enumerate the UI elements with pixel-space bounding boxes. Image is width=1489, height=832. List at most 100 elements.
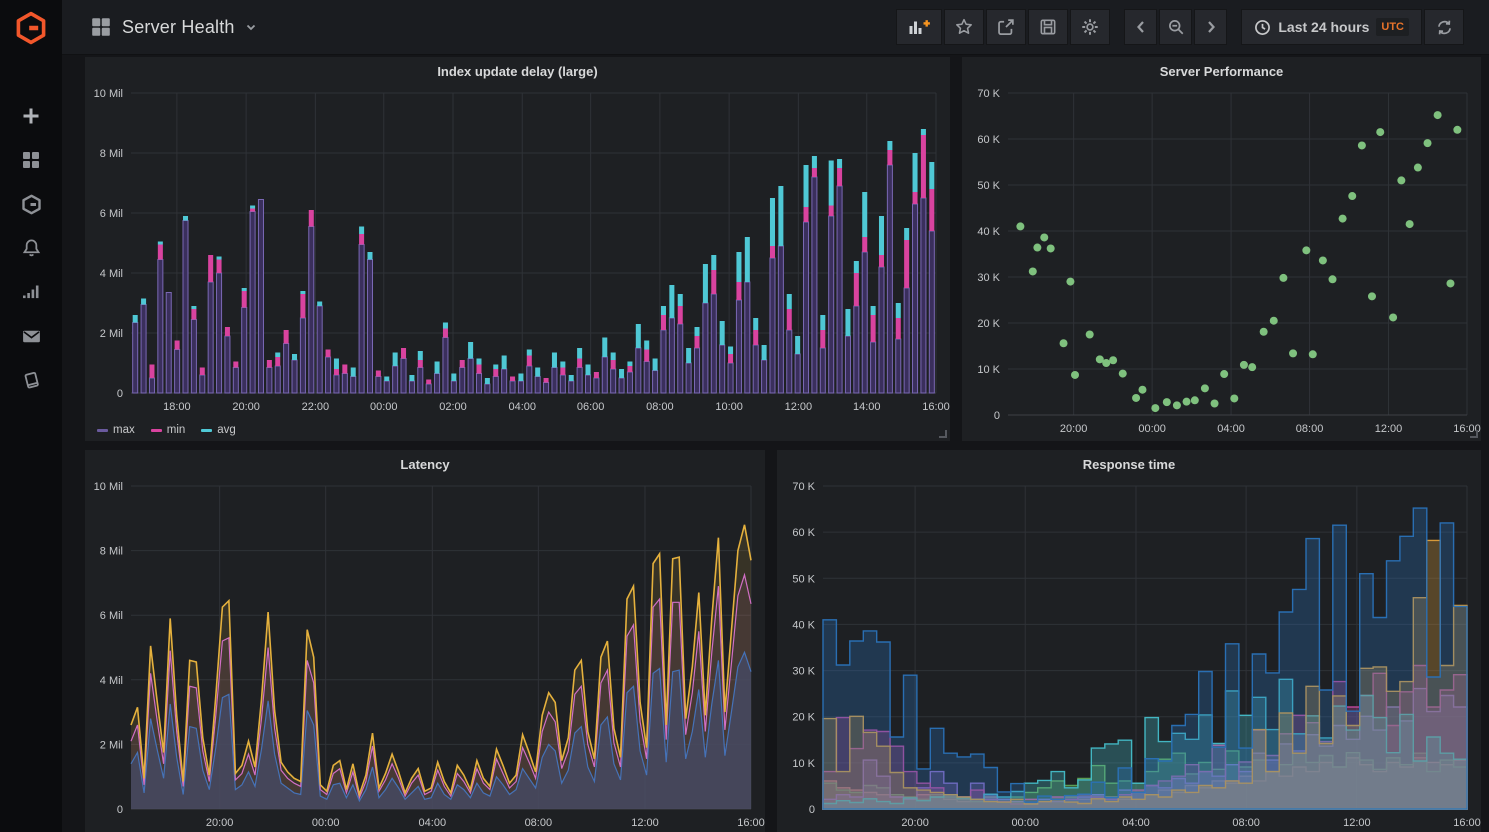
index-update-delay-chart[interactable]: 02 Mil4 Mil6 Mil8 Mil10 Mil18:0020:0022:… — [85, 85, 950, 419]
sidebar-item-dashboards[interactable] — [0, 138, 62, 182]
svg-text:10 Mil: 10 Mil — [94, 481, 123, 493]
panel-response-time: Response time 010 K20 K30 K40 K50 K60 K7… — [777, 450, 1481, 832]
clock-icon — [1254, 19, 1271, 36]
svg-text:50 K: 50 K — [977, 180, 1000, 192]
svg-text:04:00: 04:00 — [1122, 817, 1150, 829]
bell-icon — [21, 238, 42, 259]
legend-item-avg[interactable]: avg — [201, 424, 236, 436]
time-forward-button[interactable] — [1194, 9, 1227, 45]
panel-resize-handle[interactable] — [1470, 430, 1478, 438]
page-title: Server Health — [122, 17, 235, 38]
sidebar-item-messages[interactable] — [0, 314, 62, 358]
svg-text:20:00: 20:00 — [1060, 423, 1088, 435]
svg-text:08:00: 08:00 — [1296, 423, 1324, 435]
svg-text:12:00: 12:00 — [1343, 817, 1371, 829]
settings-button[interactable] — [1070, 9, 1110, 45]
zoom-out-button[interactable] — [1159, 9, 1192, 45]
star-button[interactable] — [944, 9, 984, 45]
svg-text:70 K: 70 K — [792, 481, 815, 493]
svg-text:10 Mil: 10 Mil — [94, 88, 123, 100]
sidebar-item-docs[interactable] — [0, 358, 62, 402]
grafana-logo-icon — [13, 10, 49, 46]
share-button[interactable] — [986, 9, 1026, 45]
svg-text:30 K: 30 K — [977, 272, 1000, 284]
legend-label-max: max — [113, 424, 135, 436]
gear-icon — [1080, 17, 1100, 37]
svg-text:16:00: 16:00 — [922, 401, 950, 413]
svg-text:60 K: 60 K — [792, 527, 815, 539]
svg-text:2 Mil: 2 Mil — [100, 328, 123, 340]
panel-title[interactable]: Response time — [777, 454, 1481, 478]
sidebar-item-metrics[interactable] — [0, 270, 62, 314]
svg-text:06:00: 06:00 — [577, 401, 605, 413]
svg-text:18:00: 18:00 — [163, 401, 191, 413]
svg-text:20 K: 20 K — [977, 318, 1000, 330]
svg-text:12:00: 12:00 — [1375, 423, 1403, 435]
svg-text:4 Mil: 4 Mil — [100, 268, 123, 280]
svg-text:4 Mil: 4 Mil — [100, 675, 123, 687]
timezone-badge: UTC — [1376, 18, 1409, 36]
dashboard-grid-icon — [90, 16, 112, 38]
svg-text:10:00: 10:00 — [715, 401, 743, 413]
svg-text:16:00: 16:00 — [1453, 817, 1481, 829]
signal-bars-icon — [21, 282, 41, 302]
svg-text:50 K: 50 K — [792, 573, 815, 585]
svg-text:20:00: 20:00 — [901, 817, 929, 829]
svg-text:00:00: 00:00 — [1011, 817, 1039, 829]
time-range-label: Last 24 hours — [1278, 19, 1369, 35]
svg-text:00:00: 00:00 — [1138, 423, 1166, 435]
dashboard-title-button[interactable]: Server Health — [90, 16, 257, 38]
chart-legend: max min avg — [85, 419, 950, 441]
svg-text:14:00: 14:00 — [853, 401, 881, 413]
dashboard-grid: Index update delay (large) 0 2 Mil 4 Mil 6 … — [62, 55, 1489, 832]
svg-text:0: 0 — [117, 388, 123, 400]
server-performance-chart[interactable]: 010 K20 K30 K40 K50 K60 K70 K20:0000:000… — [962, 85, 1481, 441]
svg-text:10 K: 10 K — [977, 364, 1000, 376]
sidebar-item-alerting[interactable] — [0, 226, 62, 270]
panel-resize-handle[interactable] — [939, 430, 947, 438]
svg-text:0: 0 — [809, 804, 815, 816]
svg-text:16:00: 16:00 — [737, 817, 765, 829]
svg-text:8 Mil: 8 Mil — [100, 546, 123, 558]
panel-title[interactable]: Latency — [85, 454, 765, 478]
panel-index-update-delay: Index update delay (large) 02 Mil4 Mil6 … — [85, 57, 950, 441]
panel-title[interactable]: Server Performance — [962, 61, 1481, 85]
legend-swatch-max — [97, 429, 108, 432]
svg-text:22:00: 22:00 — [302, 401, 330, 413]
panel-title[interactable]: Index update delay (large) — [85, 61, 950, 85]
response-time-chart[interactable]: 010 K20 K30 K40 K50 K60 K70 K20:0000:000… — [777, 478, 1481, 832]
svg-text:0: 0 — [117, 804, 123, 816]
svg-text:0: 0 — [994, 410, 1000, 422]
refresh-button[interactable] — [1424, 9, 1464, 45]
svg-text:12:00: 12:00 — [631, 817, 659, 829]
legend-item-min[interactable]: min — [151, 424, 186, 436]
grafana-logo[interactable] — [0, 0, 62, 56]
svg-text:12:00: 12:00 — [785, 401, 813, 413]
svg-text:00:00: 00:00 — [370, 401, 398, 413]
zoom-out-icon — [1167, 18, 1185, 36]
dashboards-grid-icon — [21, 150, 41, 170]
svg-text:8 Mil: 8 Mil — [100, 148, 123, 160]
svg-text:40 K: 40 K — [792, 619, 815, 631]
add-panel-button[interactable] — [896, 9, 942, 45]
panel-server-performance: Server Performance 010 K20 K30 K40 K50 K… — [962, 57, 1481, 441]
svg-text:04:00: 04:00 — [1217, 423, 1245, 435]
svg-text:6 Mil: 6 Mil — [100, 610, 123, 622]
time-range-button[interactable]: Last 24 hours UTC — [1241, 9, 1422, 45]
svg-text:20:00: 20:00 — [206, 817, 234, 829]
svg-text:08:00: 08:00 — [1232, 817, 1260, 829]
sidebar — [0, 0, 62, 832]
legend-item-max[interactable]: max — [97, 424, 135, 436]
sidebar-item-add[interactable] — [0, 94, 62, 138]
plus-icon — [21, 106, 41, 126]
svg-text:30 K: 30 K — [792, 666, 815, 678]
envelope-icon — [21, 326, 42, 347]
svg-text:08:00: 08:00 — [525, 817, 553, 829]
legend-label-avg: avg — [217, 424, 236, 436]
latency-chart[interactable]: 02 Mil4 Mil6 Mil8 Mil10 Mil20:0000:0004:… — [85, 478, 765, 832]
save-button[interactable] — [1028, 9, 1068, 45]
sidebar-item-plugins[interactable] — [0, 182, 62, 226]
legend-swatch-min — [151, 429, 162, 432]
hexagon-plugin-icon — [21, 194, 42, 215]
time-back-button[interactable] — [1124, 9, 1157, 45]
